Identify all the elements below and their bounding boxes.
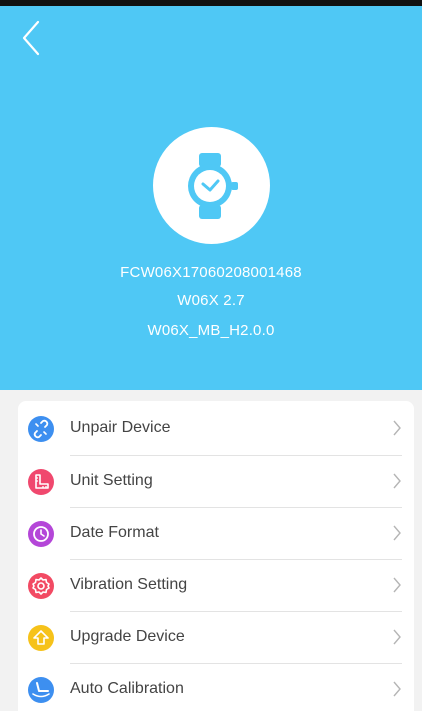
chevron-right-icon <box>393 473 401 489</box>
clock-icon <box>28 521 54 547</box>
back-button[interactable] <box>18 18 48 58</box>
menu-item-label: Unit Setting <box>70 472 153 489</box>
chevron-left-icon <box>22 20 40 56</box>
chevron-right-icon <box>393 577 401 593</box>
watch-icon <box>188 153 238 219</box>
menu-item-unpair-device[interactable]: Unpair Device <box>18 403 414 454</box>
gear-icon <box>28 573 54 599</box>
menu-item-label: Date Format <box>70 524 159 541</box>
device-avatar <box>153 127 270 244</box>
device-hardware-version: W06X_MB_H2.0.0 <box>147 322 275 339</box>
chevron-right-icon <box>393 420 401 436</box>
menu-item-auto-calibration[interactable]: Auto Calibration <box>18 664 414 711</box>
device-header: FCW06X17060208001468 W06X 2.7 W06X_MB_H2… <box>0 6 422 390</box>
device-settings-screen: FCW06X17060208001468 W06X 2.7 W06X_MB_H2… <box>0 0 422 711</box>
device-serial: FCW06X17060208001468 <box>120 264 302 281</box>
chevron-right-icon <box>393 525 401 541</box>
menu-item-label: Auto Calibration <box>70 680 184 697</box>
menu-item-label: Unpair Device <box>70 419 171 436</box>
unlink-icon <box>28 416 54 442</box>
calibration-icon <box>28 677 54 703</box>
menu-item-label: Vibration Setting <box>70 576 188 593</box>
settings-menu: Unpair Device Unit Setting Date Format V… <box>18 401 414 711</box>
menu-item-date-format[interactable]: Date Format <box>18 508 414 559</box>
device-model-version: W06X 2.7 <box>177 292 245 309</box>
menu-item-unit-setting[interactable]: Unit Setting <box>18 456 414 507</box>
ruler-icon <box>28 469 54 495</box>
chevron-right-icon <box>393 629 401 645</box>
menu-item-vibration-setting[interactable]: Vibration Setting <box>18 560 414 611</box>
chevron-right-icon <box>393 681 401 697</box>
upgrade-arrow-icon <box>28 625 54 651</box>
menu-item-upgrade-device[interactable]: Upgrade Device <box>18 612 414 663</box>
menu-item-label: Upgrade Device <box>70 628 185 645</box>
